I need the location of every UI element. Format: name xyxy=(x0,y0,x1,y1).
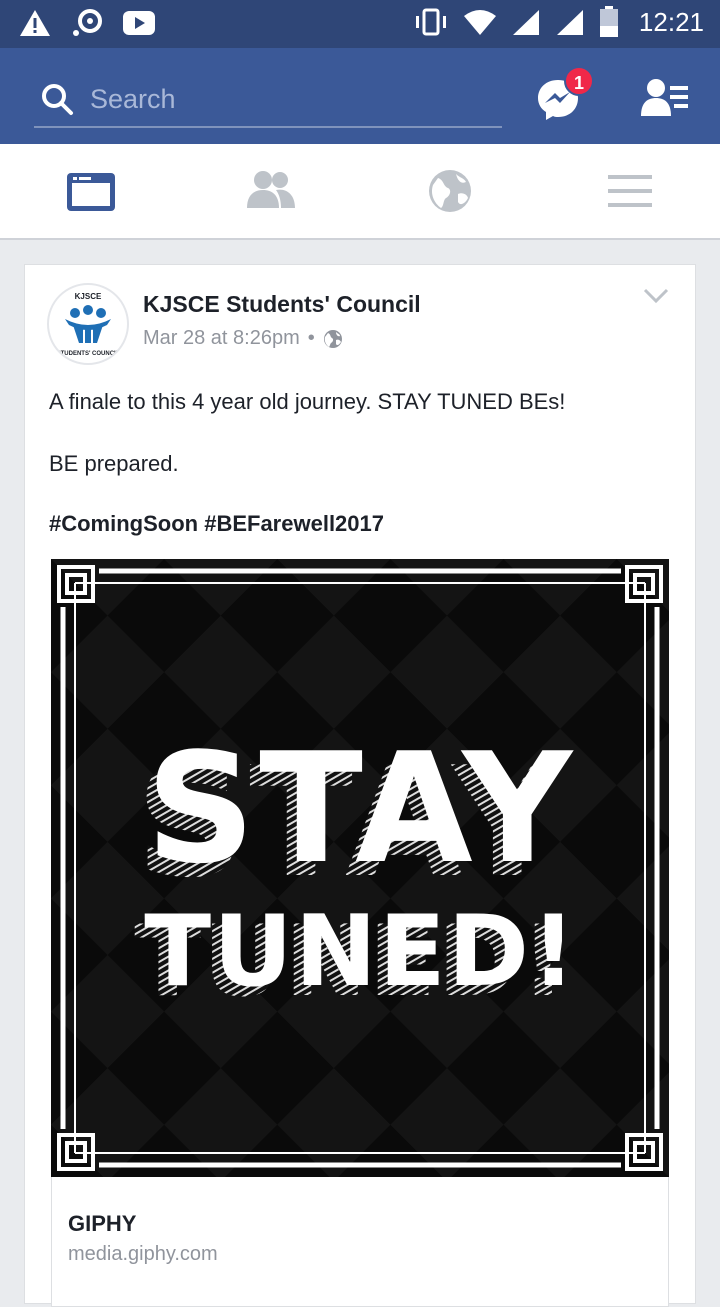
gif-image[interactable]: STAY STAY TUNED! TUNED! xyxy=(51,559,669,1177)
link-title: GIPHY xyxy=(68,1211,137,1236)
wifi-icon xyxy=(463,10,496,35)
globe-icon xyxy=(323,329,342,348)
svg-text:STUDENTS' COUNCIL: STUDENTS' COUNCIL xyxy=(57,351,120,357)
link-url: media.giphy.com xyxy=(68,1243,218,1265)
svg-text:TUNED!: TUNED! xyxy=(144,895,577,1009)
post-author[interactable]: KJSCE Students' Council xyxy=(143,291,421,318)
meta-separator: • xyxy=(307,327,315,349)
search-placeholder: Search xyxy=(90,83,176,114)
friend-requests-icon[interactable] xyxy=(640,78,690,118)
svg-text:STAY: STAY xyxy=(146,720,577,897)
post-hashtags[interactable]: #ComingSoon #BEFarewell2017 xyxy=(49,511,384,537)
vibrate-icon xyxy=(415,8,446,36)
post-card: KJSCE STUDENTS' COUNCIL KJSCE Students' … xyxy=(24,264,696,1307)
tab-bar xyxy=(0,144,720,240)
search-icon xyxy=(42,84,73,115)
news-feed-icon[interactable] xyxy=(66,168,116,214)
menu-icon[interactable] xyxy=(606,168,656,214)
signal-icon xyxy=(512,10,539,35)
signal-icon xyxy=(556,10,583,35)
globe-icon[interactable] xyxy=(426,168,476,214)
link-preview[interactable]: GIPHY media.giphy.com xyxy=(51,1177,669,1307)
clock: 12:21 xyxy=(638,6,704,37)
messenger-badge: 1 xyxy=(564,66,594,96)
stay-tuned-graphic: STAY STAY TUNED! TUNED! xyxy=(51,559,669,1177)
chevron-down-icon[interactable] xyxy=(643,287,669,305)
post-meta: Mar 28 at 8:26pm • xyxy=(143,327,343,350)
post-timestamp[interactable]: Mar 28 at 8:26pm xyxy=(143,327,300,350)
sync-icon xyxy=(73,9,102,36)
avatar[interactable]: KJSCE STUDENTS' COUNCIL xyxy=(47,283,129,365)
warning-icon xyxy=(20,10,50,36)
app-header: Search 1 xyxy=(0,48,720,144)
friends-icon[interactable] xyxy=(246,168,296,214)
youtube-icon xyxy=(123,11,155,35)
kjsce-logo: KJSCE STUDENTS' COUNCIL xyxy=(50,286,126,362)
battery-icon xyxy=(599,6,618,37)
post-text-line: BE prepared. xyxy=(49,451,179,476)
search-input[interactable]: Search xyxy=(34,72,502,128)
svg-text:KJSCE: KJSCE xyxy=(75,292,102,301)
status-bar: 12:21 xyxy=(0,0,720,48)
post-text-line: A finale to this 4 year old journey. STA… xyxy=(49,389,566,414)
news-feed: KJSCE STUDENTS' COUNCIL KJSCE Students' … xyxy=(0,242,720,1307)
